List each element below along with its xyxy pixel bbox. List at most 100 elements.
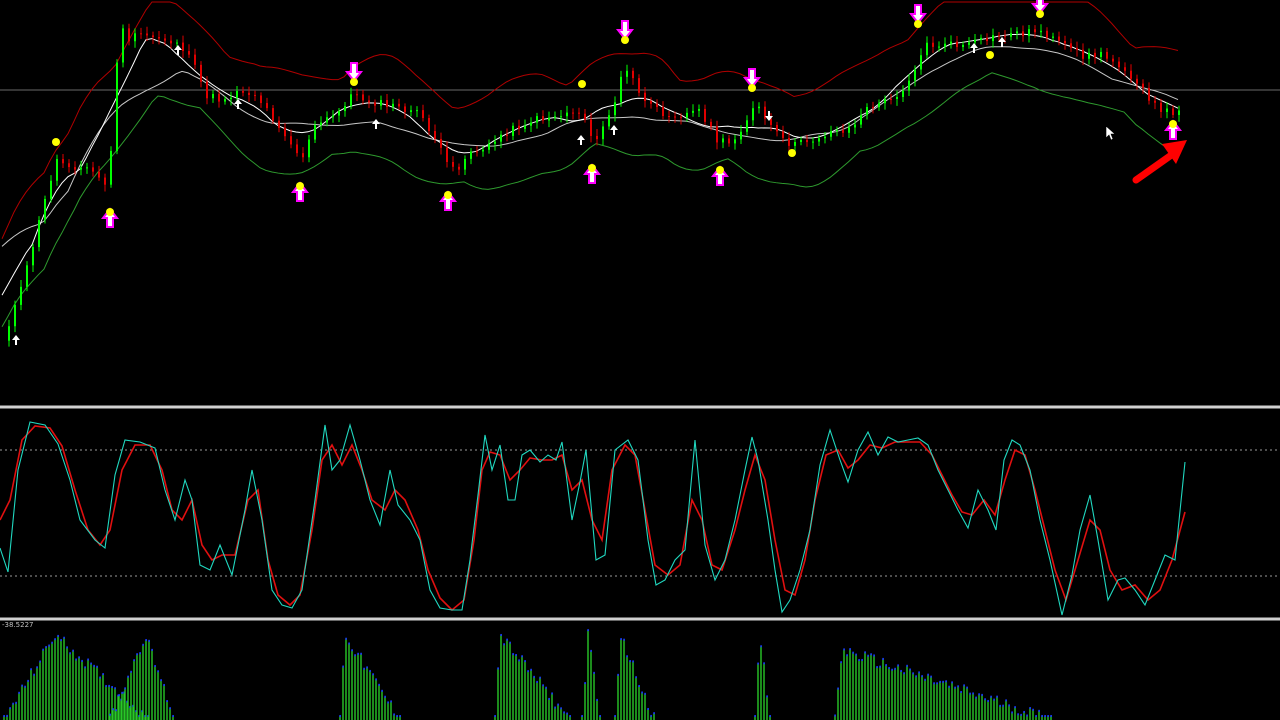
candle-body [1070,43,1072,48]
histogram-bar-cap [30,668,32,671]
candle-body [110,150,112,185]
histogram-bar-cap [375,678,377,681]
histogram-bar-cap [1047,715,1049,717]
histogram-bar-cap [399,715,401,717]
candle-body [1022,31,1024,37]
candle-body [254,94,256,96]
histogram-bar-cap [861,658,863,661]
candle-body [314,124,316,140]
histogram-bar-cap [90,662,92,665]
histogram-bar-cap [542,684,544,687]
candle-body [170,40,172,44]
histogram-bar-cap [521,655,523,658]
candle-body [926,42,928,56]
histogram-bar-cap [590,649,592,652]
candle-body [1046,30,1048,38]
candle-body [722,138,724,143]
histogram-bar-cap [972,692,974,695]
candle-body [824,136,826,139]
candle-body [392,103,394,107]
candle-body [608,115,610,127]
histogram-bar-cap [160,679,162,682]
candle-body [140,33,142,35]
candle-body [404,106,406,113]
candle-body [1100,51,1102,57]
candle-body [284,127,286,137]
histogram-bar-cap [57,634,59,637]
candle-body [320,122,322,125]
histogram-bar-cap [954,686,956,689]
histogram-bar-cap [15,701,17,704]
histogram-bar-cap [503,643,505,646]
histogram-bar-cap [650,714,652,717]
candle-body [206,81,208,99]
candle-body [14,304,16,327]
histogram-bar-cap [12,702,14,705]
histogram-bar-cap [39,660,41,663]
histogram-bar-cap [102,673,104,676]
histogram-bar-cap [84,666,86,669]
candle-body [98,171,100,178]
candle-body [896,96,898,100]
candle-body [44,198,46,221]
histogram-bar-cap [551,692,553,695]
candle-body [986,37,988,42]
candle-body [704,108,706,122]
histogram-bar-cap [966,686,968,689]
histogram-bar-cap [870,653,872,656]
histogram-bar-cap [45,646,47,649]
trading-chart[interactable] [0,0,1280,720]
candle-body [662,106,664,117]
candle-body [344,106,346,112]
candle-body [692,110,694,113]
histogram-bar-cap [930,675,932,678]
histogram-bar-cap [1029,707,1031,710]
histogram-bar-cap [876,666,878,669]
histogram-bar-cap [1050,715,1052,717]
histogram-bar-cap [24,685,26,688]
candle-body [464,158,466,170]
histogram-bar-cap [754,715,756,717]
candle-body [530,122,532,126]
histogram-bar-cap [118,694,120,697]
candle-body [332,115,334,118]
histogram-bar-cap [357,652,359,655]
histogram-bar-cap [390,700,392,703]
candle-body [776,124,778,132]
histogram-bar-cap [21,684,23,687]
histogram-bar-cap [69,652,71,655]
histogram-bar-cap [769,715,771,717]
candle-body [620,76,622,103]
indicator-value-label: -38.5227 [2,621,34,629]
candle-body [80,167,82,170]
candle-body [752,108,754,121]
candle-body [536,116,538,123]
candle-body [878,103,880,108]
histogram-bar-cap [945,680,947,683]
histogram-bar-cap [60,639,62,642]
histogram-bar-cap [48,644,50,647]
signal-dot [350,78,358,86]
histogram-bar-cap [626,655,628,658]
candle-body [1130,70,1132,79]
histogram-bar-cap [378,683,380,686]
histogram-bar-cap [1041,715,1043,717]
histogram-bar-cap [990,695,992,698]
histogram-bar-cap [1020,713,1022,716]
histogram-bar-cap [891,668,893,671]
histogram-bar-cap [1023,710,1025,713]
histogram-bar-cap [372,673,374,676]
histogram-bar-cap [849,648,851,651]
candle-body [428,118,430,132]
candle-body [956,41,958,48]
histogram-bar-cap [948,685,950,688]
candle-body [452,162,454,167]
histogram-bar-cap [927,673,929,676]
candle-body [596,135,598,140]
histogram-bar-cap [996,695,998,698]
histogram-bar-cap [951,681,953,684]
candle-body [962,44,964,48]
candle-body [542,116,544,121]
histogram-bar-cap [497,667,499,670]
histogram-bar-cap [834,714,836,717]
